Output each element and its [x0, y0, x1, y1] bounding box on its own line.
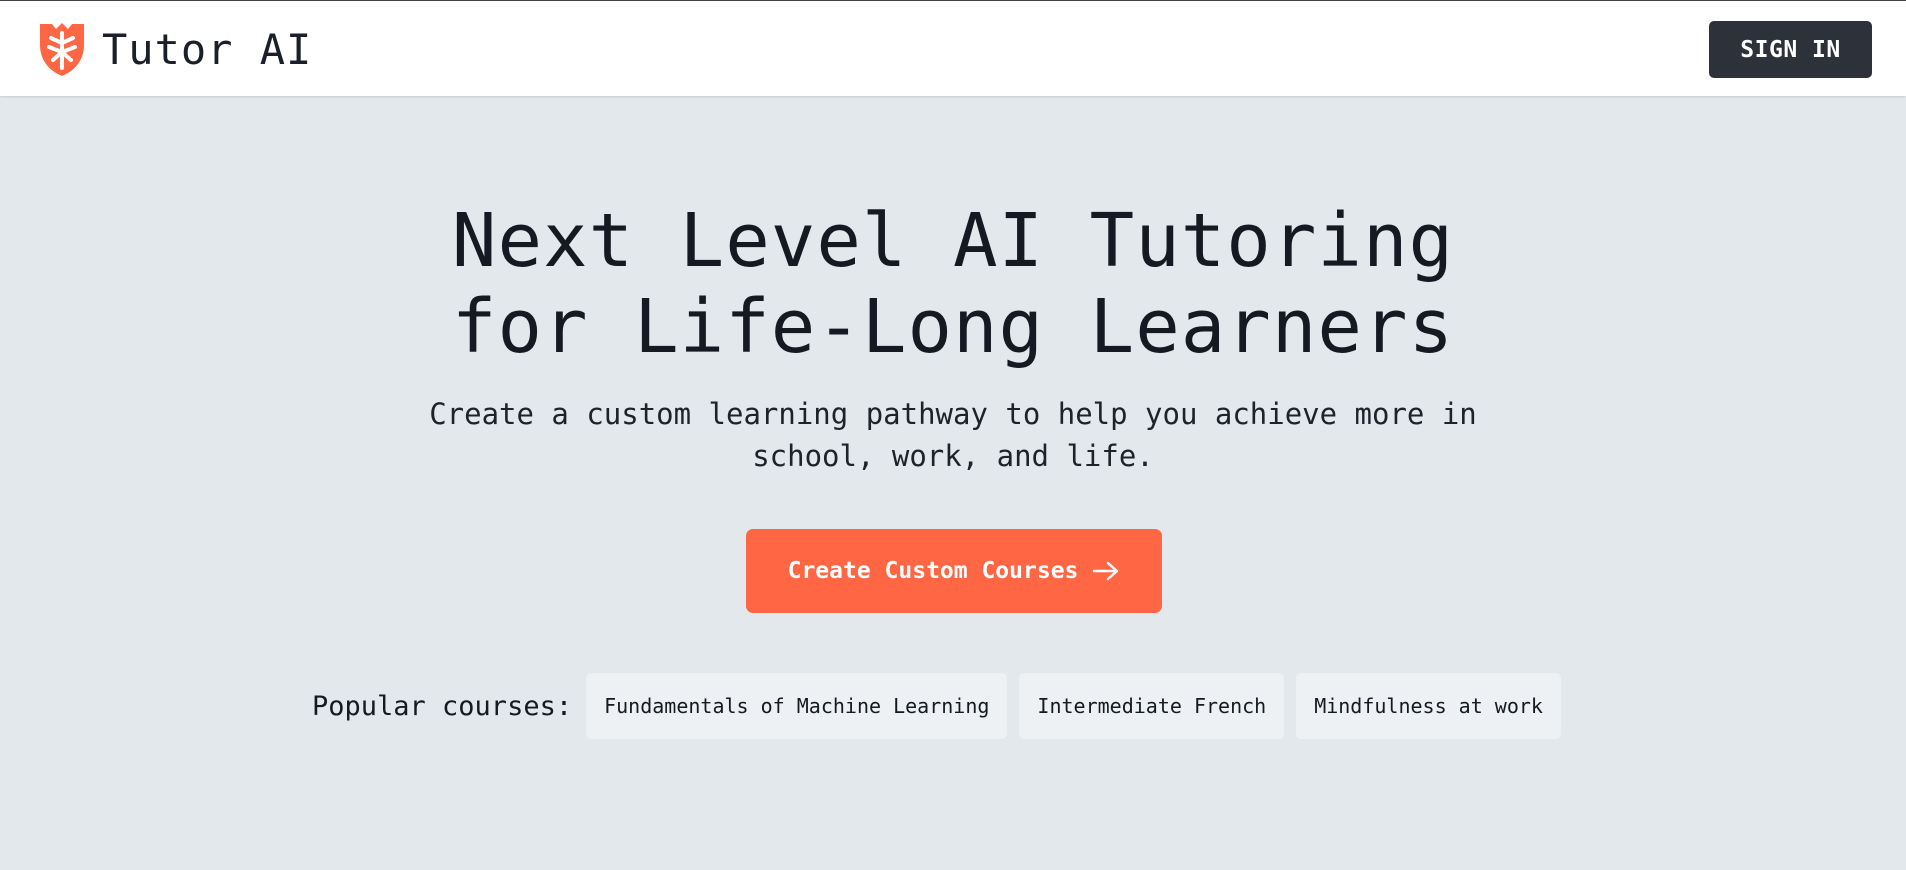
course-chip-machine-learning[interactable]: Fundamentals of Machine Learning [586, 673, 1008, 739]
hero-title-line-1: Next Level AI Tutoring [451, 198, 1455, 284]
cta-label: Create Custom Courses [787, 558, 1079, 584]
popular-courses: Popular courses: Fundamentals of Machine… [312, 673, 1573, 739]
hero-subtitle: Create a custom learning pathway to help… [403, 393, 1503, 477]
shield-leaf-icon [40, 23, 84, 76]
hero-subtitle-line-1: Create a custom learning pathway to help… [429, 397, 1477, 431]
hero-title: Next Level AI Tutoring for Life-Long Lea… [0, 198, 1906, 370]
brand-home-link[interactable]: Tutor AI [36, 21, 312, 77]
course-chip-intermediate-french[interactable]: Intermediate French [1019, 673, 1285, 739]
sign-in-button[interactable]: SIGN IN [1709, 21, 1872, 78]
top-navigation-bar: Tutor AI SIGN IN [0, 0, 1906, 96]
hero-subtitle-line-2: school, work, and life. [752, 439, 1154, 473]
arrow-right-icon [1093, 561, 1119, 581]
landing-page: Tutor AI SIGN IN Next Level AI Tutoring … [0, 0, 1906, 870]
popular-courses-label: Popular courses: [312, 690, 573, 722]
hero-title-line-2: for Life-Long Learners [451, 284, 1455, 370]
course-chip-mindfulness-at-work[interactable]: Mindfulness at work [1296, 673, 1561, 739]
brand-name: Tutor AI [102, 24, 313, 74]
create-custom-courses-button[interactable]: Create Custom Courses [746, 529, 1162, 613]
